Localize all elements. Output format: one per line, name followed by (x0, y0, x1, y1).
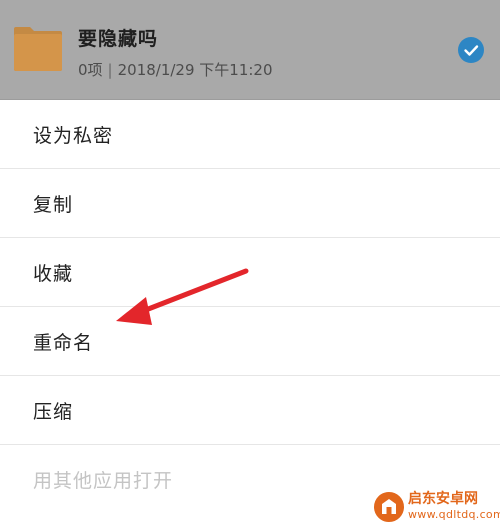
selected-check-icon[interactable] (458, 37, 484, 63)
selected-file-header: 要隐藏吗 0项 | 2018/1/29 下午11:20 (0, 0, 500, 100)
file-meta: 0项 | 2018/1/29 下午11:20 (78, 59, 273, 80)
checkmark-icon (464, 45, 479, 56)
menu-item-copy[interactable]: 复制 (0, 169, 500, 238)
watermark-badge-icon (372, 490, 406, 524)
item-count: 0项 (78, 61, 103, 79)
menu-item-rename[interactable]: 重命名 (0, 307, 500, 376)
file-name: 要隐藏吗 (78, 28, 159, 50)
folder-icon (14, 27, 62, 71)
watermark-url: www.qdltdq.com (408, 508, 500, 521)
menu-item-set-private[interactable]: 设为私密 (0, 100, 500, 169)
watermark-title: 启东安卓网 (408, 491, 478, 507)
menu-item-compress[interactable]: 压缩 (0, 376, 500, 445)
context-menu: 设为私密 复制 收藏 重命名 压缩 用其他应用打开 (0, 100, 500, 514)
watermark-logo: 启东安卓网 www.qdltdq.com (372, 486, 500, 526)
meta-separator: | (107, 61, 113, 79)
modified-date: 2018/1/29 下午11:20 (117, 61, 273, 79)
menu-item-favorite[interactable]: 收藏 (0, 238, 500, 307)
